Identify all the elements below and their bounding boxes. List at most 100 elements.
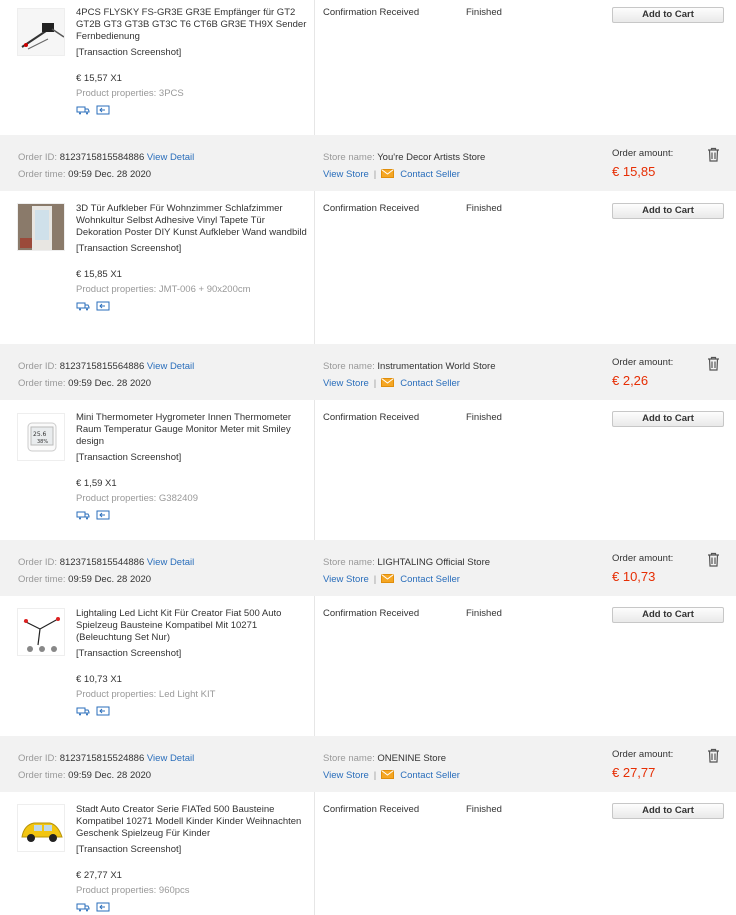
product-row: 3D Tür Aufkleber Für Wohnzimmer Schlafzi… — [0, 191, 736, 344]
order-id-block: Order ID: 8123715815524886 View Detail O… — [18, 753, 195, 781]
order-amount-label: Order amount: — [612, 148, 674, 159]
order-time: 09:59 Dec. 28 2020 — [68, 378, 152, 389]
product-title[interactable]: Stadt Auto Creator Serie FIATed 500 Baus… — [76, 804, 312, 840]
order-id: 8123715815564886 — [59, 361, 145, 372]
order-amount: € 27,77 — [612, 765, 656, 780]
order-finished-status: Finished — [466, 412, 502, 423]
product-action-icons — [76, 706, 312, 717]
order-amount-block: Order amount: € 10,73 — [612, 552, 673, 586]
product-row: 25.6 38% Mini Thermometer Hygrometer Inne… — [0, 400, 736, 540]
order-status: Confirmation Received — [323, 608, 420, 619]
add-to-cart-button[interactable]: Add to Cart — [612, 411, 724, 427]
order-header: Order ID: 8123715815564886 View Detail O… — [0, 344, 736, 400]
order-id: 8123715815544886 — [59, 557, 145, 568]
shipping-truck-icon[interactable] — [76, 105, 90, 115]
transaction-screenshot-link[interactable]: [Transaction Screenshot] — [76, 452, 312, 464]
transaction-screenshot-link[interactable]: [Transaction Screenshot] — [76, 47, 312, 59]
product-price: € 1,59 X1 — [76, 478, 117, 489]
order-amount-label: Order amount: — [612, 357, 674, 368]
return-icon[interactable] — [96, 706, 110, 716]
mail-icon — [381, 169, 395, 178]
product-properties: Product properties: Led Light KIT — [76, 689, 216, 700]
order-amount-block: Order amount: € 15,85 — [612, 147, 673, 181]
order-id-block: Order ID: 8123715815584886 View Detail O… — [18, 152, 195, 180]
add-to-cart-button[interactable]: Add to Cart — [612, 203, 724, 219]
product-thumbnail-door-sticker[interactable] — [17, 203, 65, 251]
view-store-link[interactable]: View Store — [323, 378, 369, 389]
product-thumbnail-thermometer[interactable]: 25.6 38% — [17, 413, 65, 461]
order-id-block: Order ID: 8123715815564886 View Detail O… — [18, 361, 195, 389]
product-action-icons — [76, 902, 312, 913]
return-icon[interactable] — [96, 105, 110, 115]
order-amount: € 10,73 — [612, 569, 656, 584]
order-status: Confirmation Received — [323, 7, 420, 18]
product-properties: Product properties: 960pcs — [76, 885, 190, 896]
order-status: Confirmation Received — [323, 203, 420, 214]
shipping-truck-icon[interactable] — [76, 902, 90, 912]
store-name: ONENINE Store — [377, 753, 447, 764]
product-info: 3D Tür Aufkleber Für Wohnzimmer Schlafzi… — [76, 203, 312, 312]
view-store-link[interactable]: View Store — [323, 770, 369, 781]
product-title[interactable]: Mini Thermometer Hygrometer Innen Thermo… — [76, 412, 312, 448]
contact-seller-link[interactable]: Contact Seller — [400, 574, 460, 585]
order-status: Confirmation Received — [323, 804, 420, 815]
order-finished-status: Finished — [466, 7, 502, 18]
view-detail-link[interactable]: View Detail — [147, 557, 194, 568]
return-icon[interactable] — [96, 902, 110, 912]
product-action-icons — [76, 301, 312, 312]
order-amount: € 2,26 — [612, 373, 649, 388]
product-info: Stadt Auto Creator Serie FIATed 500 Baus… — [76, 804, 312, 913]
product-thumbnail-receiver[interactable] — [17, 8, 65, 56]
order-finished-status: Finished — [466, 203, 502, 214]
trash-icon[interactable] — [707, 748, 720, 763]
product-properties: Product properties: G382409 — [76, 493, 198, 504]
order-amount-block: Order amount: € 2,26 — [612, 356, 673, 390]
contact-seller-link[interactable]: Contact Seller — [400, 770, 460, 781]
add-to-cart-button[interactable]: Add to Cart — [612, 803, 724, 819]
product-row: 4PCS FLYSKY FS-GR3E GR3E Empfänger für G… — [0, 0, 736, 135]
store-block: Store name: LIGHTALING Official Store Vi… — [323, 557, 491, 585]
trash-icon[interactable] — [707, 552, 720, 567]
add-to-cart-button[interactable]: Add to Cart — [612, 607, 724, 623]
store-block: Store name: You're Decor Artists Store V… — [323, 152, 486, 180]
mail-icon — [381, 378, 395, 387]
product-thumbnail-fiat-car[interactable] — [17, 804, 65, 852]
product-properties: Product properties: 3PCS — [76, 88, 184, 99]
order-status: Confirmation Received — [323, 412, 420, 423]
shipping-truck-icon[interactable] — [76, 510, 90, 520]
product-title[interactable]: 3D Tür Aufkleber Für Wohnzimmer Schlafzi… — [76, 203, 312, 239]
order-header: Order ID: 8123715815544886 View Detail O… — [0, 540, 736, 596]
product-price: € 27,77 X1 — [76, 870, 122, 881]
trash-icon[interactable] — [707, 356, 720, 371]
order-id-block: Order ID: 8123715815544886 View Detail O… — [18, 557, 195, 585]
product-row: Lightaling Led Licht Kit Für Creator Fia… — [0, 596, 736, 736]
order-time: 09:59 Dec. 28 2020 — [68, 574, 152, 585]
view-detail-link[interactable]: View Detail — [147, 361, 194, 372]
order-time: 09:59 Dec. 28 2020 — [68, 169, 152, 180]
return-icon[interactable] — [96, 510, 110, 520]
order-header: Order ID: 8123715815584886 View Detail O… — [0, 135, 736, 191]
product-price: € 10,73 X1 — [76, 674, 122, 685]
transaction-screenshot-link[interactable]: [Transaction Screenshot] — [76, 243, 312, 255]
product-title[interactable]: Lightaling Led Licht Kit Für Creator Fia… — [76, 608, 312, 644]
transaction-screenshot-link[interactable]: [Transaction Screenshot] — [76, 648, 312, 660]
product-thumbnail-led-kit[interactable] — [17, 608, 65, 656]
contact-seller-link[interactable]: Contact Seller — [400, 378, 460, 389]
view-detail-link[interactable]: View Detail — [147, 753, 194, 764]
transaction-screenshot-link[interactable]: [Transaction Screenshot] — [76, 844, 312, 856]
shipping-truck-icon[interactable] — [76, 301, 90, 311]
view-store-link[interactable]: View Store — [323, 574, 369, 585]
trash-icon[interactable] — [707, 147, 720, 162]
mail-icon — [381, 770, 395, 779]
view-detail-link[interactable]: View Detail — [147, 152, 194, 163]
add-to-cart-button[interactable]: Add to Cart — [612, 7, 724, 23]
product-title[interactable]: 4PCS FLYSKY FS-GR3E GR3E Empfänger für G… — [76, 7, 312, 43]
product-properties: Product properties: JMT-006 + 90x200cm — [76, 284, 251, 295]
return-icon[interactable] — [96, 301, 110, 311]
view-store-link[interactable]: View Store — [323, 169, 369, 180]
order-id: 8123715815524886 — [59, 753, 145, 764]
order-amount: € 15,85 — [612, 164, 656, 179]
product-price: € 15,57 X1 — [76, 73, 122, 84]
contact-seller-link[interactable]: Contact Seller — [400, 169, 460, 180]
shipping-truck-icon[interactable] — [76, 706, 90, 716]
